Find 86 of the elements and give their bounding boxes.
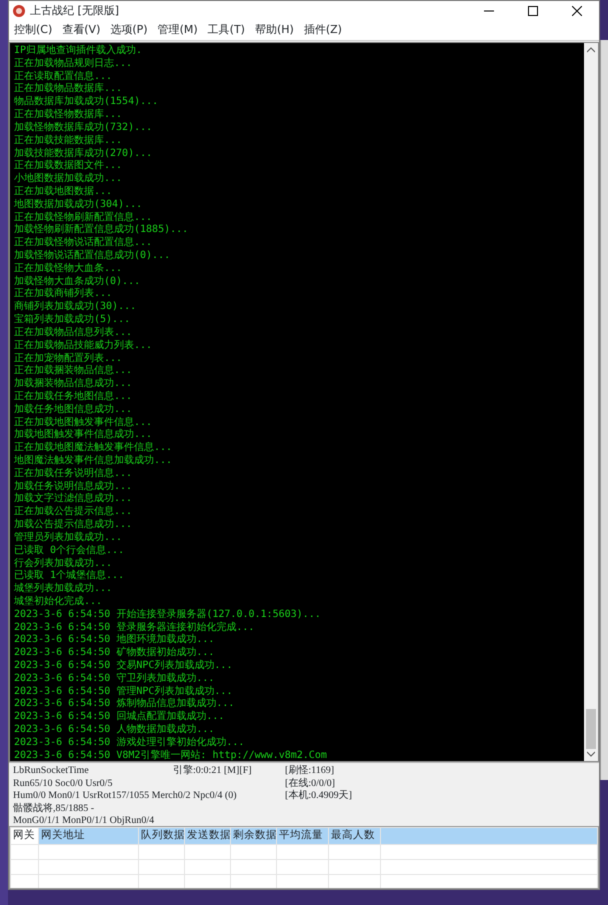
column-header[interactable]: 剩余数据 xyxy=(230,828,276,844)
log-line: 已读取 0个行会信息... xyxy=(14,544,126,558)
menu-item[interactable]: 管理(M) xyxy=(152,22,203,39)
log-line: 正在加载技能数据库... xyxy=(14,134,124,148)
log-line: 2023-3-6 6:54:50 矿物数据初始成功... xyxy=(14,647,216,660)
column-header[interactable]: 最高人数 xyxy=(328,828,380,844)
status-text: [刷怪:1169] xyxy=(285,765,334,778)
column-header[interactable]: 平均流量 xyxy=(276,828,328,844)
scrollbar-thumb[interactable] xyxy=(586,709,596,749)
log-line: 2023-3-6 6:54:50 炼制物品信息加载成功... xyxy=(14,698,236,710)
log-line: 正在加载物品数据库... xyxy=(14,83,124,96)
log-line: 2023-3-6 6:54:50 回城点配置加载成功... xyxy=(14,711,226,724)
log-line: 加载怪物大血条成功(0)... xyxy=(14,276,142,288)
status-text: MonG0/1/1 MonP0/1/1 ObjRun0/4 xyxy=(13,815,154,828)
log-line: 正在加载怪物说话配置信息... xyxy=(14,237,154,250)
log-line: 加载地图触发事件信息成功... xyxy=(14,429,154,442)
log-line: 加载怪物说话配置信息成功(0)... xyxy=(14,250,172,262)
log-line: 加载任务说明信息成功... xyxy=(14,480,134,492)
log-line: 2023-3-6 6:54:50 开始连接登录服务器(127.0.0.1:5603)... xyxy=(14,608,322,622)
column-header[interactable]: 发送数据 xyxy=(184,828,230,844)
log-line: 物品数据库加载成功(1554)... xyxy=(14,96,160,108)
log-line: 已读取 1个城堡信息... xyxy=(14,570,126,582)
log-line: 2023-3-6 6:54:50 地图环境加载成功... xyxy=(14,634,216,646)
log-line: 正在加载怪物数据库... xyxy=(14,109,124,122)
app-icon xyxy=(13,5,25,17)
column-header[interactable]: 网关 xyxy=(10,828,38,844)
menu-item[interactable]: 选项(P) xyxy=(105,22,153,39)
log-line: 加载技能数据库成功(270)... xyxy=(14,148,154,160)
column-header[interactable]: 网关地址 xyxy=(38,828,138,844)
menu-item[interactable]: 插件(Z) xyxy=(298,22,347,39)
log-line: 正在加载怪物刷新配置信息... xyxy=(14,212,154,224)
status-text: Run65/10 Soc0/0 Usr0/5 xyxy=(13,778,112,790)
scroll-up-icon[interactable] xyxy=(587,47,595,53)
status-text: [本机:0.4909天] xyxy=(285,790,352,803)
log-line: 2023-3-6 6:54:50 管理NPC列表加载成功... xyxy=(14,686,234,698)
log-line: 宝箱列表加载成功(5)... xyxy=(14,314,132,326)
log-line: 正在加载地图触发事件信息... xyxy=(14,416,154,428)
log-line: 正在加载物品信息列表... xyxy=(14,326,134,340)
log-line: 行会列表加载成功... xyxy=(14,558,114,570)
log-line: IP归属地查询插件载入成功. xyxy=(14,45,144,58)
menu-item[interactable]: 查看(V) xyxy=(57,22,106,39)
log-line: 加载文字过滤信息成功... xyxy=(14,493,134,506)
log-line: 2023-3-6 6:54:50 守卫列表加载成功... xyxy=(14,672,216,686)
window-title: 上古战纪 [无限版] xyxy=(29,2,120,19)
log-line: 正在加载商铺列表... xyxy=(14,288,114,300)
menu-item[interactable]: 控制(C) xyxy=(9,22,58,39)
log-line: 正在加载捆装物品信息... xyxy=(14,365,134,378)
log-line: 2023-3-6 6:54:50 人物数据加载成功... xyxy=(14,724,216,736)
menu-item[interactable]: 工具(T) xyxy=(202,22,250,39)
status-text: LbRunSocketTime xyxy=(13,765,89,778)
log-line: 加载公告提示信息成功... xyxy=(14,519,134,532)
log-line: 正在加载地图魔法触发事件信息... xyxy=(14,442,174,454)
log-line: 正在加载任务地图信息... xyxy=(14,390,134,404)
log-line: 2023-3-6 6:54:50 游戏处理引擎初始化成功... xyxy=(14,736,246,750)
log-line: 正在加载物品规则日志... xyxy=(14,58,134,70)
log-line: 正在加宠物配置列表... xyxy=(14,352,124,364)
log-line: 正在加载公告提示信息... xyxy=(14,506,134,518)
log-line: 城堡列表加载成功... xyxy=(14,583,114,596)
column-header[interactable]: 队列数据 xyxy=(138,828,184,844)
log-line: 管理员列表加载成功... xyxy=(14,532,124,544)
maximize-icon[interactable] xyxy=(528,6,538,16)
log-line: 2023-3-6 6:54:50 V8M2引擎唯一网站: http://www.v8m2.Com xyxy=(14,750,328,761)
log-line: 正在加载地图数据... xyxy=(14,186,114,198)
engine-time: 引擎:0:0:21 [M][F] xyxy=(173,765,252,778)
log-line: 正在加载怪物大血条... xyxy=(14,262,124,276)
scroll-down-icon[interactable] xyxy=(587,751,595,757)
log-line: 2023-3-6 6:54:50 登录服务器连接初始化完成... xyxy=(14,622,256,634)
log-line: 加载捆装物品信息成功... xyxy=(14,378,134,390)
status-text: 骷髅战将,85/1885 - xyxy=(13,802,94,816)
log-line: 正在加载任务说明信息... xyxy=(14,468,134,480)
close-icon[interactable] xyxy=(572,6,582,16)
log-line: 小地图数据加载成功... xyxy=(14,173,124,186)
log-line: 正在读取配置信息... xyxy=(14,70,114,82)
status-text: Hum0/0 Mon0/1 UsrRot157/1055 Merch0/2 Npc0/4 (0) xyxy=(13,790,237,802)
log-line: 加载怪物刷新配置信息成功(1885)... xyxy=(14,224,190,236)
log-line: 正在加载物品技能威力列表... xyxy=(14,340,154,352)
status-text: [在线:0/0/0] xyxy=(285,778,335,790)
menu-item[interactable]: 帮助(H) xyxy=(250,22,299,39)
log-line: 2023-3-6 6:54:50 交易NPC列表加载成功... xyxy=(14,660,234,672)
log-line: 地图数据加载成功(304)... xyxy=(14,198,144,212)
log-line: 地图魔法触发事件信息加载成功... xyxy=(14,455,174,468)
log-line: 城堡初始化完成... xyxy=(14,596,104,609)
log-line: 商铺列表加载成功(30)... xyxy=(14,301,138,314)
log-line: 加载任务地图信息成功... xyxy=(14,404,134,416)
log-line: 加载怪物数据库成功(732)... xyxy=(14,122,154,134)
log-line: 正在加载数据图文件... xyxy=(14,160,124,172)
